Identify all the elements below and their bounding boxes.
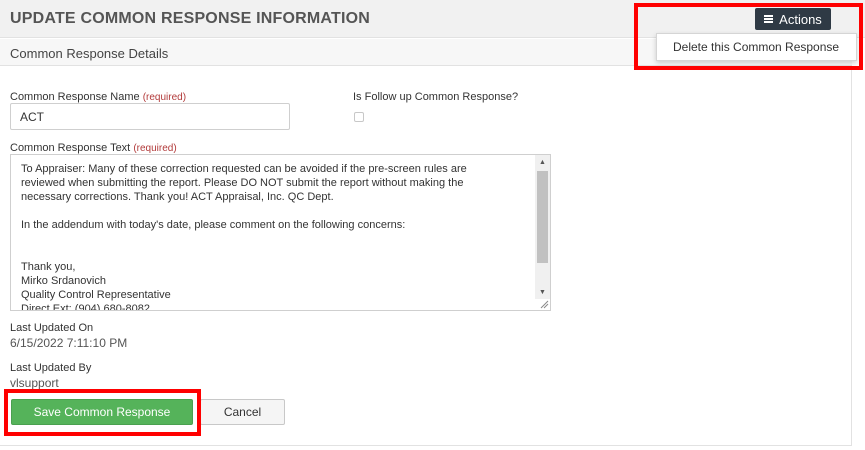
common-response-text-content: To Appraiser: Many of these correction r… [21,162,531,311]
textarea-line: necessary corrections. Thank you! ACT Ap… [21,191,334,203]
common-response-name-input[interactable] [10,103,290,130]
hamburger-menu-icon [764,15,774,23]
textarea-line: reviewed when submitting the report. Ple… [21,177,464,189]
last-updated-by-label: Last Updated By [10,362,92,374]
required-marker: (required) [133,143,177,154]
follow-up-label: Is Follow up Common Response? [353,91,519,103]
save-common-response-button[interactable]: Save Common Response [11,399,193,425]
last-updated-by-value: vlsupport [10,376,59,390]
textarea-line [21,232,531,246]
textarea-line: Direct Ext: (904) 680-8082 [21,303,151,311]
textarea-line: Quality Control Representative [21,289,171,301]
scroll-thumb[interactable] [537,171,548,263]
textarea-line: Mirko Srdanovich [21,275,106,287]
actions-dropdown-menu: Delete this Common Response [656,33,857,61]
common-response-text-label: Common Response Text (required) [10,142,177,154]
textarea-line: Thank you, [21,261,76,273]
textarea-line [21,246,531,260]
cancel-button[interactable]: Cancel [200,399,285,425]
last-updated-on-label: Last Updated On [10,322,94,334]
section-title: Common Response Details [10,46,169,61]
resize-grip-icon[interactable] [539,299,549,309]
common-response-text-area[interactable]: To Appraiser: Many of these correction r… [10,154,551,311]
common-response-name-label: Common Response Name (required) [10,91,187,103]
delete-common-response-menu-item[interactable]: Delete this Common Response [673,40,839,54]
page-title: UPDATE COMMON RESPONSE INFORMATION [10,10,370,27]
actions-button[interactable]: Actions [755,8,831,30]
scroll-down-arrow-icon[interactable]: ▼ [535,285,550,299]
required-marker: (required) [142,92,187,103]
actions-button-label: Actions [779,11,822,27]
textarea-scrollbar[interactable]: ▲ ▼ [535,155,550,299]
last-updated-on-value: 6/15/2022 7:11:10 PM [10,336,128,350]
textarea-line: To Appraiser: Many of these correction r… [21,163,467,175]
scroll-up-arrow-icon[interactable]: ▲ [535,155,550,169]
textarea-line: In the addendum with today's date, pleas… [21,219,406,231]
follow-up-checkbox[interactable] [354,112,364,122]
textarea-line [21,204,531,218]
